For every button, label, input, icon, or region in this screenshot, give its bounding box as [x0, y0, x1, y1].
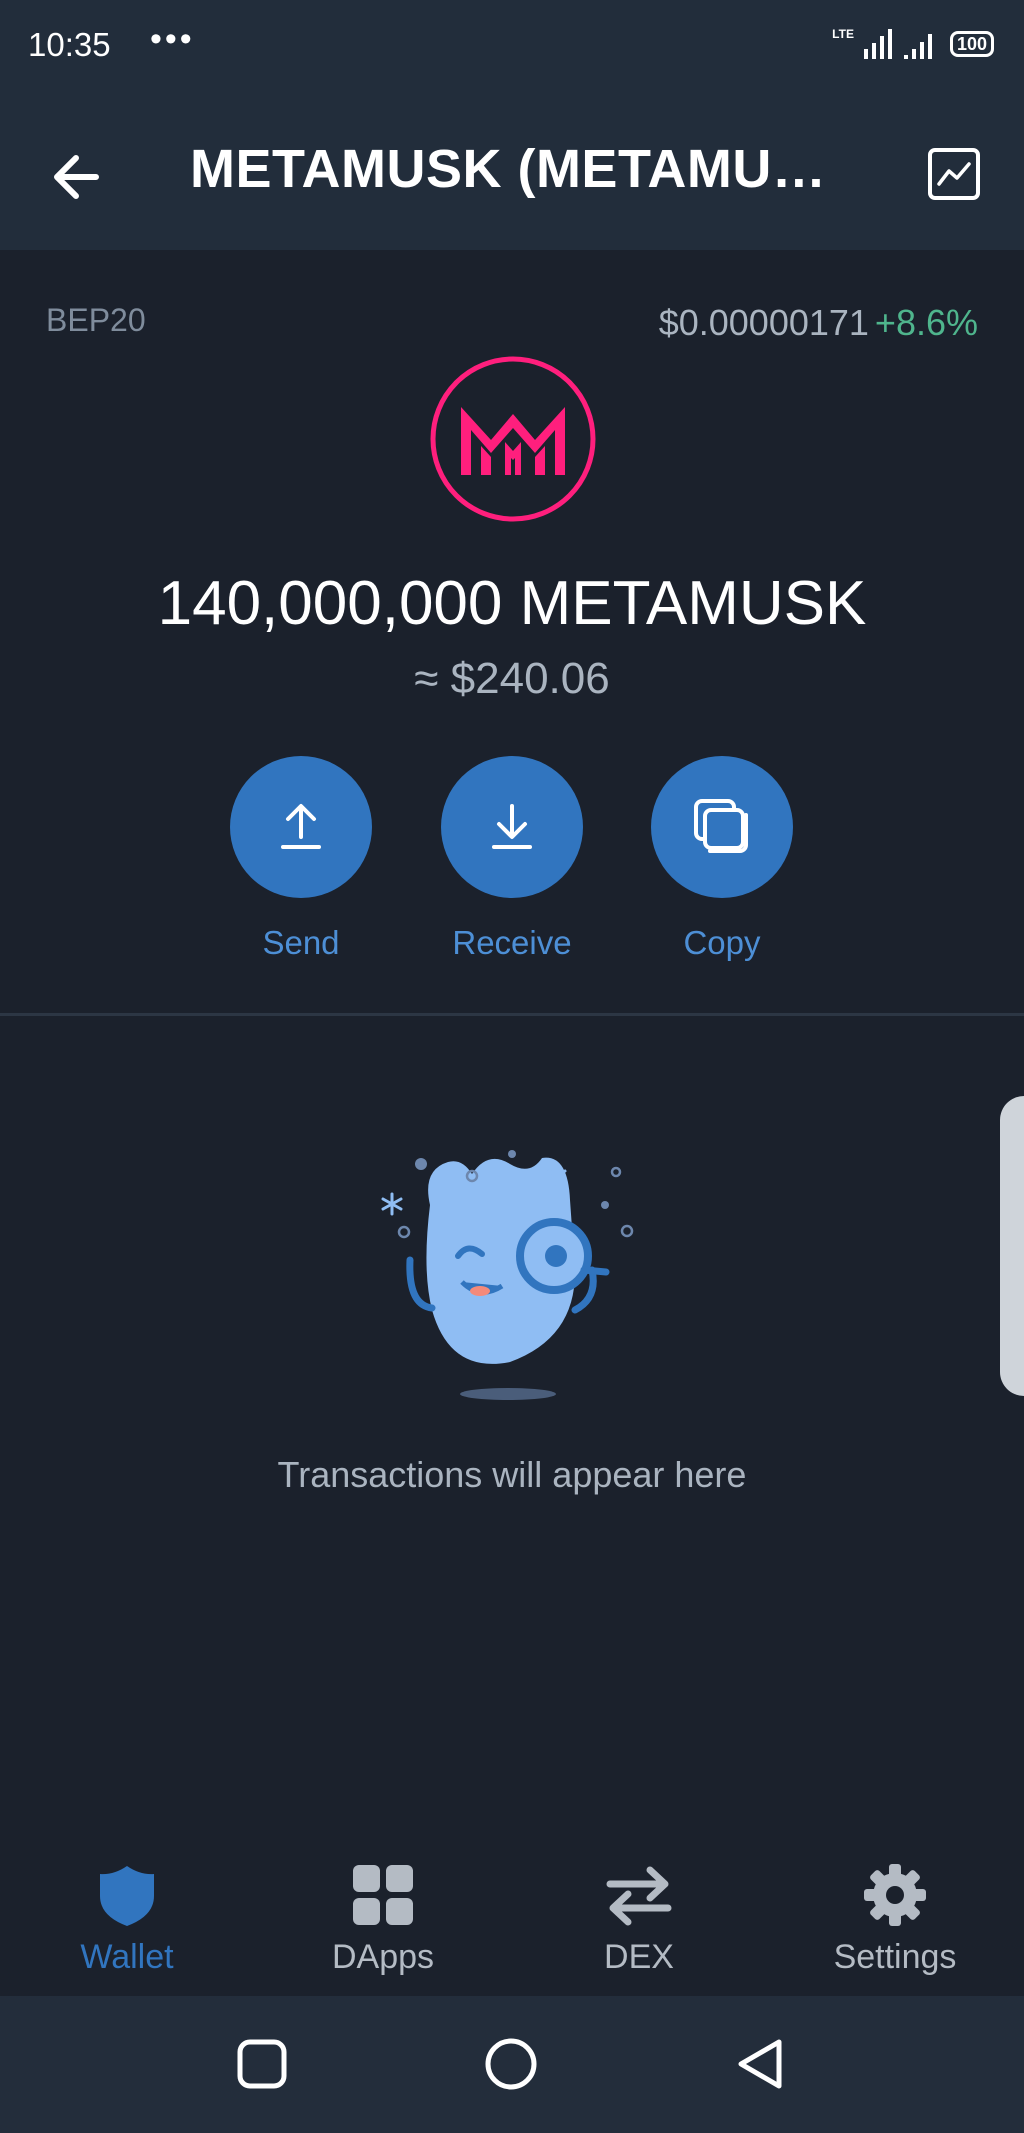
- token-detail-screen: 10:35 ••• LTE 100 METAMUSK (METAMUSK) BE…: [0, 0, 1024, 2133]
- tab-settings-label: Settings: [833, 1938, 957, 1976]
- app-header: METAMUSK (METAMUSK): [0, 92, 1024, 250]
- tab-settings[interactable]: Settings: [795, 1860, 995, 1977]
- swap-arrows-icon: [606, 1866, 672, 1926]
- fiat-balance: ≈ $240.06: [414, 654, 610, 703]
- lte-label: LTE: [832, 27, 854, 41]
- home-button[interactable]: [483, 2036, 539, 2092]
- copy-label: Copy: [683, 924, 761, 961]
- back-nav-button[interactable]: [733, 2036, 789, 2092]
- shield-icon: [100, 1866, 154, 1926]
- copy-button[interactable]: Copy: [642, 756, 802, 962]
- price-value: $0.00000171: [658, 302, 869, 343]
- gear-icon: [864, 1864, 926, 1926]
- token-price: $0.00000171 +8.6%: [659, 302, 978, 344]
- back-button[interactable]: [44, 142, 114, 212]
- tab-wallet-label: Wallet: [80, 1938, 174, 1976]
- tab-wallet[interactable]: Wallet: [27, 1860, 227, 1977]
- status-indicators: LTE 100: [832, 24, 994, 64]
- status-bar: 10:35 ••• LTE 100: [0, 0, 1024, 92]
- price-chart-button[interactable]: [926, 146, 982, 202]
- send-label: Send: [262, 924, 340, 961]
- signal-icon: [863, 29, 892, 59]
- notification-dots: •••: [150, 20, 195, 58]
- signal-icon: [903, 34, 932, 59]
- tab-dapps[interactable]: DApps: [283, 1860, 483, 1977]
- battery-indicator: 100: [949, 31, 994, 57]
- tab-dapps-label: DApps: [331, 1938, 435, 1976]
- empty-transactions-text: Transactions will appear here: [277, 1454, 747, 1495]
- token-summary: BEP20 $0.00000171 +8.6% 140,000,000 METAM…: [0, 250, 1024, 1014]
- receive-circle: [441, 756, 583, 898]
- network-tag: BEP20: [46, 302, 146, 338]
- edge-panel-handle[interactable]: [1000, 1096, 1024, 1396]
- line-chart-icon: [928, 148, 980, 200]
- upload-arrow-icon: [281, 804, 321, 849]
- send-circle: [230, 756, 372, 898]
- send-button[interactable]: Send: [221, 756, 381, 962]
- grid-icon: [353, 1865, 413, 1925]
- tab-dex-label: DEX: [604, 1938, 674, 1976]
- recent-apps-button[interactable]: [234, 2036, 290, 2092]
- token-balance: 140,000,000 METAMUSK: [157, 569, 867, 638]
- section-divider: [0, 1013, 1024, 1016]
- copy-icon: [694, 799, 748, 853]
- price-change: +8.6%: [874, 302, 978, 343]
- download-arrow-icon: [492, 804, 532, 849]
- receive-button[interactable]: Receive: [432, 756, 592, 962]
- status-time: 10:35: [28, 26, 111, 63]
- page-title: METAMUSK (METAMUSK): [190, 139, 850, 199]
- bottom-tab-bar: Wallet DApps DEX Settings: [0, 1836, 1024, 1996]
- empty-transactions-illustration: [381, 1150, 634, 1400]
- copy-circle: [651, 756, 793, 898]
- receive-label: Receive: [452, 924, 572, 961]
- system-nav-bar: [0, 1996, 1024, 2133]
- token-logo: [430, 356, 596, 522]
- tab-dex[interactable]: DEX: [539, 1860, 739, 1977]
- arrow-left-icon: [54, 155, 99, 199]
